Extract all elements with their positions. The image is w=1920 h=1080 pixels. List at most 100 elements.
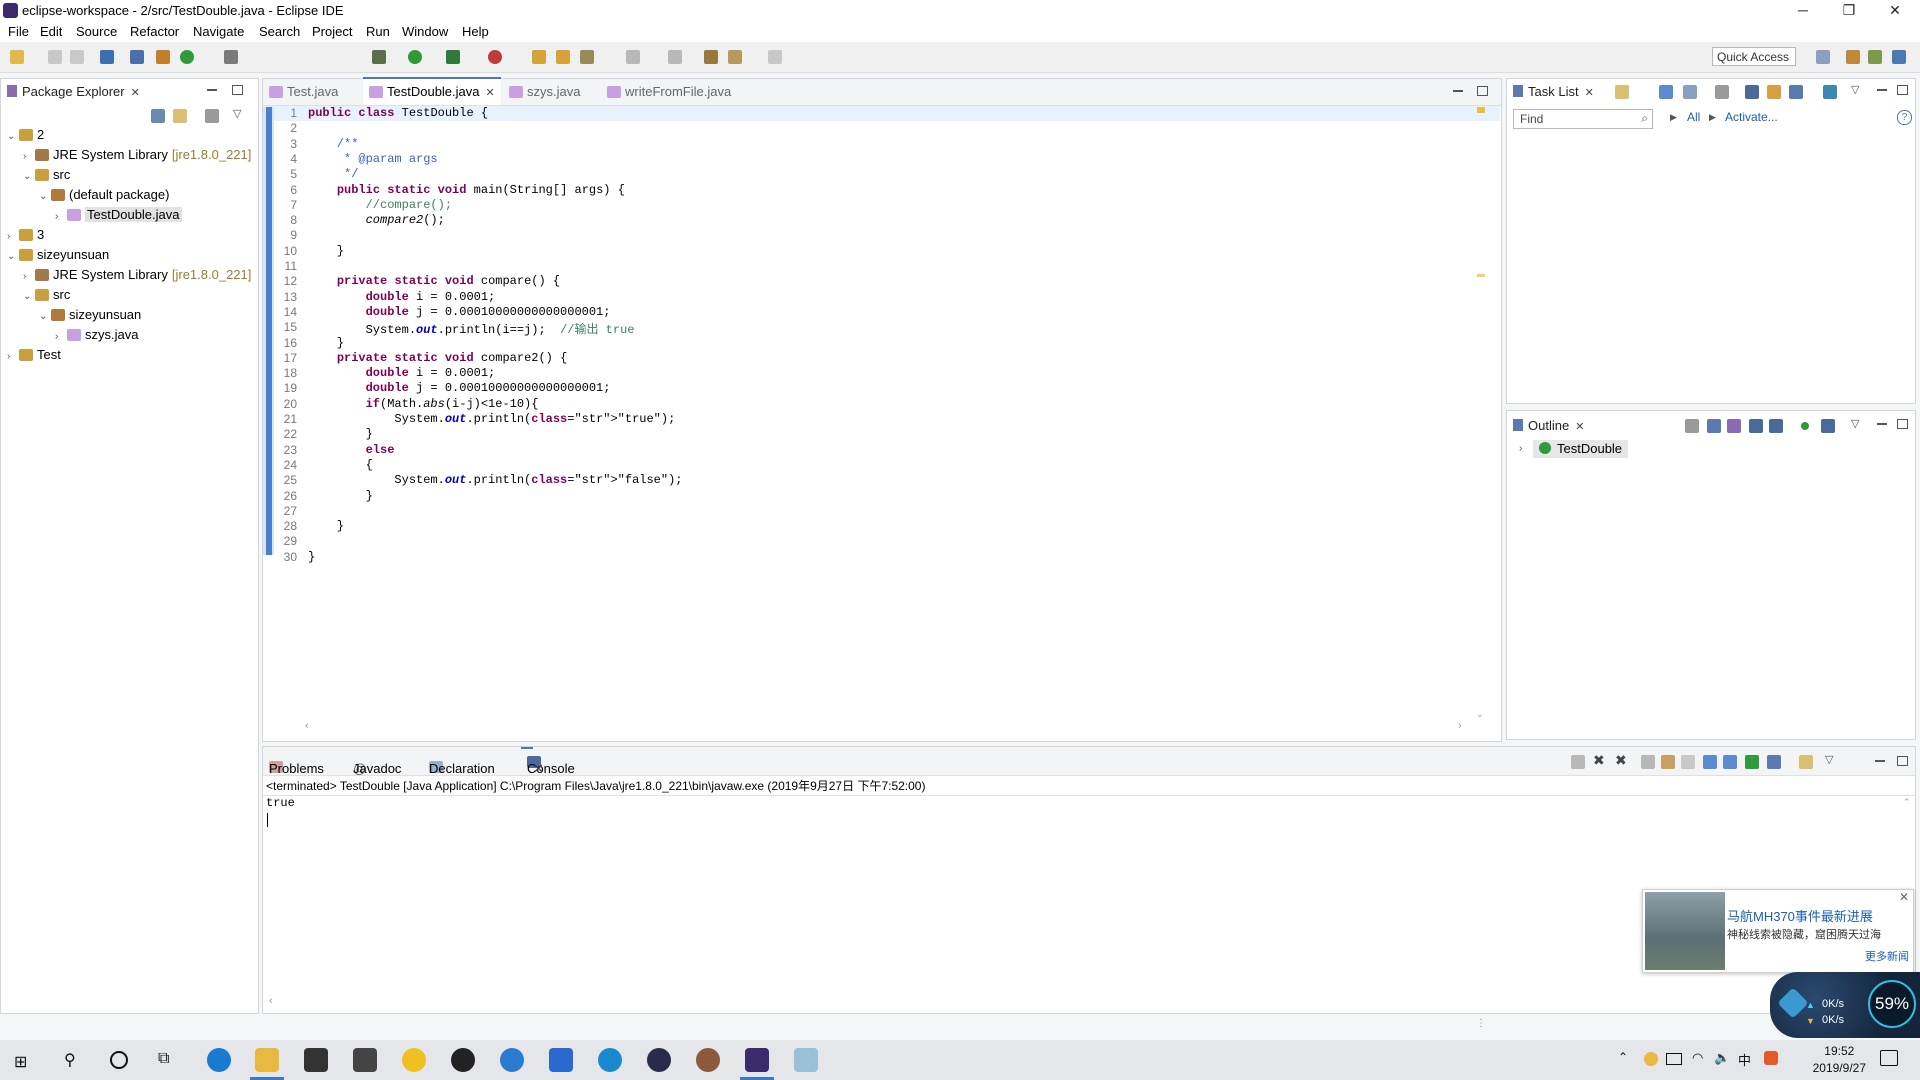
open-type-icon[interactable] xyxy=(532,50,546,64)
chevron-right-icon[interactable]: › xyxy=(55,211,67,222)
code-line[interactable]: double j = 0.00010000000000000001; xyxy=(308,381,611,395)
input-method-icon[interactable]: 中 xyxy=(1738,1050,1751,1069)
code-line[interactable]: public static void main(String[] args) { xyxy=(308,183,625,197)
battery-icon[interactable] xyxy=(1666,1053,1682,1065)
tree-item[interactable]: ⌄ (default package) xyxy=(39,187,173,207)
code-line[interactable]: /** xyxy=(308,137,359,151)
close-icon[interactable]: ✕ xyxy=(486,87,495,99)
filter-icon[interactable] xyxy=(205,109,219,123)
package-explorer-tab[interactable]: Package Explorer ✕ xyxy=(7,84,140,99)
save-all-icon[interactable] xyxy=(70,50,84,64)
hide-local-types-icon[interactable] xyxy=(1821,419,1835,433)
save-icon[interactable] xyxy=(48,50,62,64)
hide-completed-icon[interactable] xyxy=(1745,85,1759,99)
hide-non-public-icon[interactable] xyxy=(1801,422,1809,430)
code-line[interactable]: * @param args xyxy=(308,152,438,166)
code-line[interactable]: } xyxy=(308,336,344,350)
collapse-all-icon[interactable] xyxy=(1707,419,1721,433)
view-menu-icon[interactable]: ▽ xyxy=(1825,753,1833,766)
tab-testdouble-java[interactable]: TestDouble.java ✕ xyxy=(363,77,501,105)
scroll-down-icon[interactable]: ⌄ xyxy=(1476,709,1484,720)
code-line[interactable]: else xyxy=(308,443,395,457)
hide-static-icon[interactable] xyxy=(1769,419,1783,433)
new-java-class-icon[interactable] xyxy=(180,50,194,64)
remove-all-terminated-icon[interactable]: ✖ xyxy=(1615,752,1627,769)
code-line[interactable]: private static void compare2() { xyxy=(308,351,567,365)
quick-access-field[interactable]: Quick Access xyxy=(1712,47,1796,66)
action-center-icon[interactable] xyxy=(1880,1050,1898,1066)
store-icon[interactable] xyxy=(304,1048,328,1072)
menu-search[interactable]: Search xyxy=(259,24,300,39)
menu-window[interactable]: Window xyxy=(402,24,448,39)
popup-close-button[interactable]: ✕ xyxy=(1899,890,1909,904)
toggle-mark-icon[interactable] xyxy=(224,50,238,64)
code-line[interactable]: */ xyxy=(308,167,358,181)
menu-run[interactable]: Run xyxy=(366,24,390,39)
tab-szys-java[interactable]: szys.java xyxy=(509,79,580,105)
sort-icon[interactable] xyxy=(1727,419,1741,433)
tree-item[interactable]: ⌄ src xyxy=(23,287,74,307)
code-area[interactable]: 1 public class TestDouble {2 3 /** 4 * @par… xyxy=(275,106,1475,564)
debug-icon[interactable] xyxy=(372,50,386,64)
close-button[interactable]: ✕ xyxy=(1872,0,1918,22)
menu-navigate[interactable]: Navigate xyxy=(193,24,244,39)
profile-app-icon[interactable] xyxy=(696,1048,720,1072)
sogou-icon[interactable] xyxy=(1764,1051,1778,1065)
java-ee-perspective-icon[interactable] xyxy=(1846,50,1860,64)
network-speed-widget[interactable]: ▲ 0K/s ▼ 0K/s 59% xyxy=(1770,972,1920,1038)
cortana-icon[interactable] xyxy=(110,1051,128,1069)
task-find-input[interactable]: Find ⌕ xyxy=(1513,109,1653,129)
tree-item[interactable]: ⌄ 2 xyxy=(7,127,48,147)
code-line[interactable]: if(Math.abs(i-j)<1e-10){ xyxy=(308,397,539,411)
code-line[interactable]: double i = 0.0001; xyxy=(308,290,496,304)
focus-icon[interactable] xyxy=(1767,85,1781,99)
volume-icon[interactable]: 🔈 xyxy=(1714,1050,1730,1066)
chevron-right-icon[interactable]: › xyxy=(55,331,67,342)
new-task-icon[interactable] xyxy=(1615,85,1629,99)
terminal-icon[interactable] xyxy=(100,50,114,64)
view-menu-icon[interactable]: ▽ xyxy=(1851,417,1859,430)
close-icon[interactable]: ✕ xyxy=(1575,421,1584,433)
tree-item[interactable]: › 3 xyxy=(7,227,48,247)
open-perspective-icon[interactable] xyxy=(1816,50,1830,64)
chevron-down-icon[interactable]: ⌄ xyxy=(23,171,35,182)
tab-console[interactable]: Console ✕ xyxy=(521,747,575,776)
close-icon[interactable]: ✕ xyxy=(131,87,140,99)
maximize-view-icon[interactable] xyxy=(1897,756,1908,766)
code-line[interactable]: //compare(); xyxy=(308,198,452,212)
eclipse-taskbar-icon[interactable] xyxy=(647,1048,671,1072)
chevron-down-icon[interactable]: ⌄ xyxy=(7,251,19,262)
last-edit-location-icon[interactable] xyxy=(704,50,718,64)
open-console-icon[interactable] xyxy=(1799,755,1813,769)
terminate-icon[interactable] xyxy=(1571,755,1585,769)
code-line[interactable]: double i = 0.0001; xyxy=(308,366,496,380)
java-perspective-icon[interactable] xyxy=(1892,50,1906,64)
minimize-view-icon[interactable] xyxy=(1877,89,1887,91)
view-menu-icon[interactable]: ▽ xyxy=(1851,83,1859,96)
tab-writefromfile-java[interactable]: writeFromFile.java xyxy=(607,79,731,105)
coverage-icon[interactable] xyxy=(446,50,460,64)
code-line[interactable]: } xyxy=(308,244,344,258)
news-popup[interactable]: 马航MH370事件最新进展 神秘线索被隐藏，窟困腾天过海 更多新闻 ✕ xyxy=(1642,889,1914,973)
code-line[interactable]: System.out.println(class="str">"true"); xyxy=(308,412,675,426)
code-line[interactable]: } xyxy=(308,489,373,503)
scroll-up-icon[interactable]: ⌃ xyxy=(1903,797,1911,808)
system-clock[interactable]: 19:52 2019/9/27 xyxy=(1813,1043,1866,1077)
news-headline[interactable]: 马航MH370事件最新进展 xyxy=(1727,906,1873,925)
code-line[interactable]: double j = 0.00010000000000000001; xyxy=(308,305,611,319)
new-java-package-icon[interactable] xyxy=(156,50,170,64)
tree-item[interactable]: ⌄ sizeyunsuan xyxy=(39,307,145,327)
minimize-view-icon[interactable] xyxy=(1875,760,1885,762)
filter-icon[interactable] xyxy=(1715,85,1729,99)
maximize-view-icon[interactable] xyxy=(232,85,243,95)
mail-icon[interactable] xyxy=(353,1048,377,1072)
run-icon[interactable] xyxy=(408,50,422,64)
news-thumbnail[interactable] xyxy=(1645,892,1725,970)
activate-link[interactable]: Activate... xyxy=(1725,110,1778,124)
show-on-stdout-icon[interactable] xyxy=(1703,755,1717,769)
news-subline[interactable]: 神秘线索被隐藏，窟困腾天过海 xyxy=(1727,926,1881,942)
visual-studio-icon[interactable] xyxy=(549,1048,573,1072)
eclipse-ide-running-icon[interactable] xyxy=(745,1048,769,1072)
next-annotation-icon[interactable] xyxy=(626,50,640,64)
previous-annotation-icon[interactable] xyxy=(668,50,682,64)
